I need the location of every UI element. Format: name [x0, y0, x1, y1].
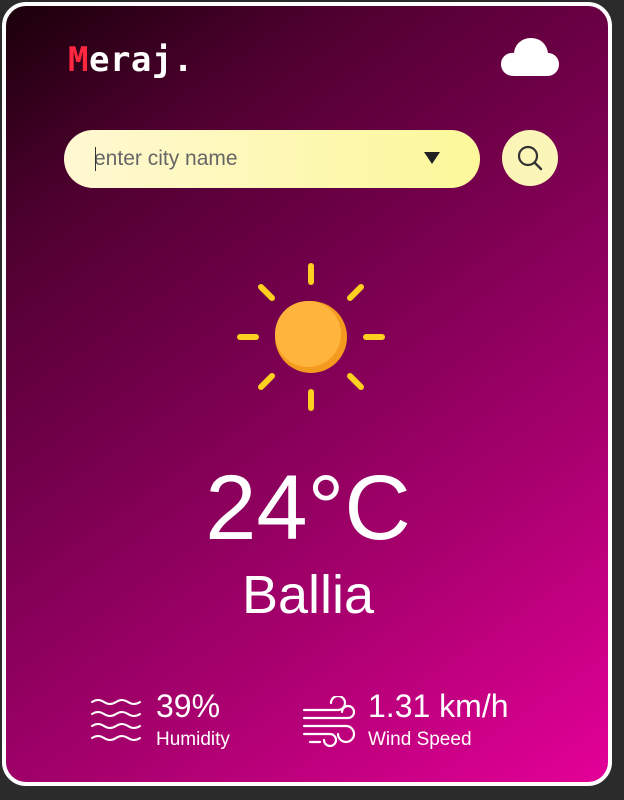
- app-logo: Meraj.: [68, 40, 194, 80]
- triangle-down-icon[interactable]: [424, 152, 440, 164]
- weather-card: Meraj. 24°C Ballia: [2, 2, 612, 786]
- wind-stat: 1.31 km/h Wind Speed: [302, 690, 562, 750]
- search-button[interactable]: [502, 130, 558, 186]
- search-icon: [517, 145, 543, 171]
- humidity-value: 39%: [156, 688, 221, 724]
- humidity-stat: 39% Humidity: [90, 690, 270, 750]
- city-name: Ballia: [241, 565, 375, 625]
- waves-icon: [91, 699, 141, 741]
- text-caret: [95, 147, 96, 171]
- wind-label: Wind Speed: [368, 729, 472, 750]
- logo-initial: M: [68, 40, 89, 80]
- sun-icon: [237, 263, 385, 411]
- wind-icon: [302, 696, 356, 748]
- cloud-icon: [501, 38, 559, 76]
- wind-value: 1.31 km/h: [368, 688, 509, 724]
- humidity-label: Humidity: [156, 729, 230, 750]
- logo-text: eraj.: [88, 40, 194, 80]
- search-bar[interactable]: [64, 130, 480, 188]
- temperature: 24°C: [205, 457, 411, 559]
- city-search-input[interactable]: [94, 140, 414, 178]
